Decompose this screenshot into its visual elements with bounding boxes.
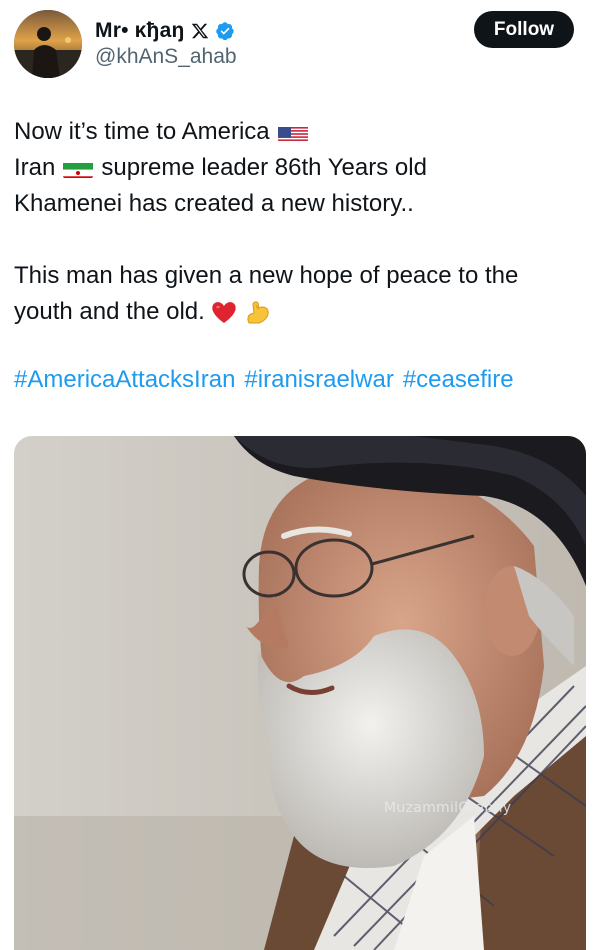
tweet-line-4: This man has given a new hope of peace t… — [14, 262, 519, 289]
display-name[interactable]: Mr• κђaŋ — [95, 19, 185, 43]
verified-badge-icon — [215, 21, 235, 41]
red-heart-icon — [209, 297, 239, 327]
hashtag-link[interactable]: #ceasefire — [403, 366, 514, 394]
hashtag-row: #AmericaAttacksIran #iranisraelwar #ceas… — [14, 366, 514, 394]
tweet-line-2b: supreme leader 86th Years old — [101, 154, 427, 181]
video-still-image — [14, 436, 586, 950]
tweet-line-2a: Iran — [14, 154, 56, 181]
hashtag-link[interactable]: #AmericaAttacksIran — [14, 366, 235, 394]
hashtag-link[interactable]: #iranisraelwar — [244, 366, 393, 394]
follow-button[interactable]: Follow — [474, 11, 574, 48]
watermark-text: MuzammilGraphy — [384, 800, 512, 816]
tweet-line: Khamenei has created a new history.. — [14, 186, 586, 222]
tweet-line-5: youth and the old. — [14, 298, 205, 325]
author-handle[interactable]: @khAnS_ahab — [95, 45, 237, 69]
tweet-line: youth and the old. — [14, 294, 586, 330]
tweet-line-3: Khamenei has created a new history.. — [14, 190, 414, 217]
flexed-biceps-icon — [243, 297, 273, 327]
avatar-image — [14, 10, 82, 78]
tweet-text: Now it’s time to America Iran supreme le… — [14, 114, 586, 330]
avatar[interactable] — [14, 10, 82, 78]
tweet-line: Now it’s time to America — [14, 114, 586, 150]
author-name-row: Mr• κђaŋ — [95, 17, 235, 45]
x-logo-icon — [191, 22, 209, 40]
tweet-media[interactable]: MuzammilGraphy — [14, 436, 586, 950]
iran-flag-icon — [63, 158, 94, 178]
us-flag-icon — [277, 122, 308, 142]
tweet-line: Iran supreme leader 86th Years old — [14, 150, 586, 186]
tweet-line: This man has given a new hope of peace t… — [14, 258, 586, 294]
tweet-line-1: Now it’s time to America — [14, 118, 270, 145]
